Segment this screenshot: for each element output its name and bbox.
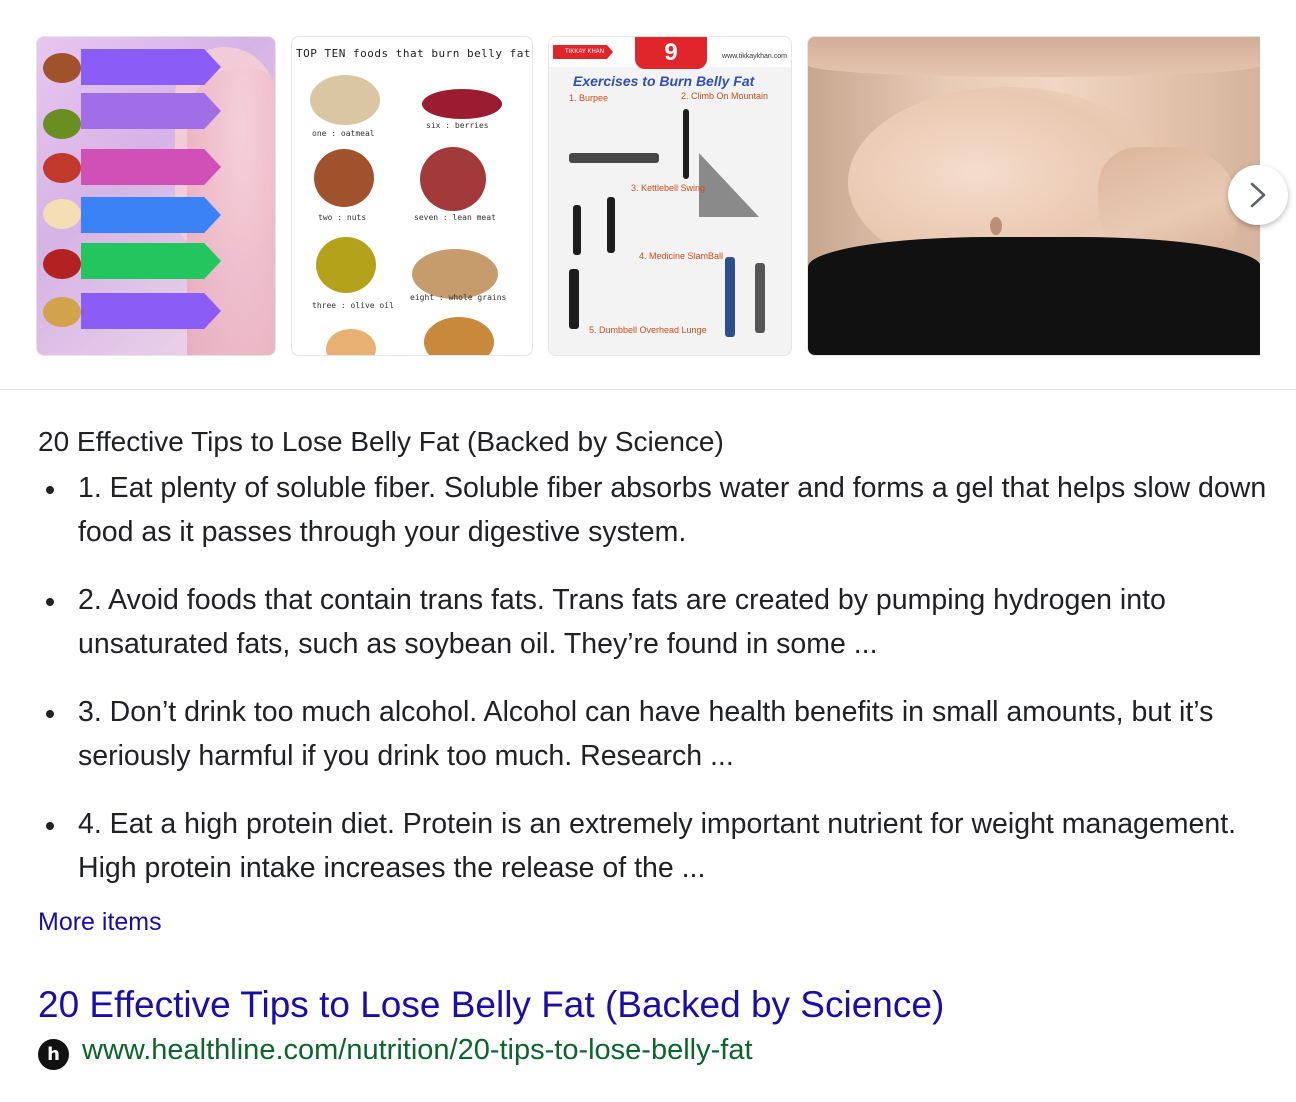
food-label: seven : lean meat bbox=[414, 213, 496, 222]
exercise-figure bbox=[683, 109, 689, 179]
lean-meat-icon bbox=[420, 147, 486, 211]
exercise-figure bbox=[725, 257, 735, 337]
exercise-figure bbox=[607, 197, 615, 253]
photo-navel bbox=[990, 217, 1002, 235]
carousel-image-exercises[interactable]: TIKKAY KHAN 9 www.tikkaykhan.com Exercis… bbox=[548, 36, 792, 356]
carousel-next-button[interactable] bbox=[1228, 165, 1288, 225]
oatmeal-icon bbox=[310, 75, 380, 125]
food-label: six : berries bbox=[426, 121, 489, 130]
exercise-figure bbox=[573, 205, 581, 255]
infographic-banner bbox=[81, 197, 221, 233]
photo-top-garment bbox=[808, 37, 1260, 77]
carousel-image-belly-photo[interactable] bbox=[807, 36, 1260, 356]
list-item-text: 3. Don’t drink too much alcohol. Alcohol… bbox=[78, 696, 1214, 772]
food-label: two : nuts bbox=[318, 213, 367, 222]
exercise-figure bbox=[569, 153, 659, 163]
image-heading: TOP TEN foods that burn belly fat bbox=[296, 47, 532, 60]
bullet-icon bbox=[46, 598, 54, 606]
lean-meat-icon bbox=[43, 249, 81, 279]
eggs-icon bbox=[326, 329, 376, 355]
exercise-label: 2. Climb On Mountain bbox=[681, 91, 769, 101]
food-label: eight : whole grains bbox=[410, 293, 507, 302]
chevron-right-icon bbox=[1250, 182, 1266, 208]
exercise-label: 1. Burpee bbox=[569, 93, 609, 103]
olive-oil-icon bbox=[316, 237, 376, 293]
peanut-butter-icon bbox=[43, 297, 81, 327]
whole-grains-icon bbox=[412, 249, 498, 299]
infographic-banner bbox=[81, 93, 221, 129]
peanut-butter-icon bbox=[424, 317, 494, 355]
carousel-image-top-ten-foods[interactable]: TOP TEN foods that burn belly fat one : … bbox=[291, 36, 533, 356]
list-item-text: 1. Eat plenty of soluble fiber. Soluble … bbox=[78, 472, 1267, 548]
exercise-label: 4. Medicine SlamBall bbox=[639, 251, 724, 261]
list-item: 2. Avoid foods that contain trans fats. … bbox=[38, 578, 1268, 666]
list-item-text: 4. Eat a high protein diet. Protein is a… bbox=[78, 808, 1237, 884]
berries-icon bbox=[422, 89, 502, 119]
berries-icon bbox=[43, 153, 81, 183]
infographic-banner bbox=[81, 293, 221, 329]
carousel-image-foods-infographic[interactable] bbox=[36, 36, 276, 356]
infographic-banner bbox=[81, 243, 221, 279]
bullet-icon bbox=[46, 486, 54, 494]
snippet-list: 1. Eat plenty of soluble fiber. Soluble … bbox=[38, 466, 1268, 914]
food-label: one : oatmeal bbox=[312, 129, 375, 138]
bullet-icon bbox=[46, 710, 54, 718]
result-title-link[interactable]: 20 Effective Tips to Lose Belly Fat (Bac… bbox=[38, 984, 944, 1026]
snippet-title: 20 Effective Tips to Lose Belly Fat (Bac… bbox=[38, 426, 724, 457]
image-heading: Exercises to Burn Belly Fat bbox=[573, 73, 755, 89]
list-item: 3. Don’t drink too much alcohol. Alcohol… bbox=[38, 690, 1268, 778]
brand-logo: TIKKAY KHAN bbox=[553, 45, 613, 59]
image-number: 9 bbox=[635, 37, 707, 69]
olive-oil-icon bbox=[43, 109, 81, 139]
image-site: www.tikkaykhan.com bbox=[722, 53, 787, 60]
section-divider bbox=[0, 389, 1296, 390]
exercise-label: 5. Dumbbell Overhead Lunge bbox=[589, 325, 707, 335]
list-item: 1. Eat plenty of soluble fiber. Soluble … bbox=[38, 466, 1268, 554]
result-url-link[interactable]: www.healthline.com/nutrition/20-tips-to-… bbox=[82, 1034, 753, 1067]
almonds-icon bbox=[43, 53, 81, 83]
list-item: 4. Eat a high protein diet. Protein is a… bbox=[38, 802, 1268, 890]
exercise-label: 3. Kettlebell Swing bbox=[631, 183, 706, 193]
bullet-icon bbox=[46, 822, 54, 830]
eggs-icon bbox=[43, 199, 81, 229]
exercise-figure bbox=[569, 269, 579, 329]
mountain-graphic bbox=[699, 153, 759, 217]
list-item-text: 2. Avoid foods that contain trans fats. … bbox=[78, 584, 1166, 660]
infographic-banner bbox=[81, 49, 221, 85]
exercise-figure bbox=[755, 263, 765, 333]
infographic-banner bbox=[81, 149, 221, 185]
nuts-icon bbox=[314, 149, 374, 207]
food-label: three : olive oil bbox=[312, 301, 394, 310]
image-carousel: TOP TEN foods that burn belly fat one : … bbox=[0, 0, 1296, 390]
healthline-favicon-icon: h bbox=[38, 1039, 69, 1070]
photo-black-pants bbox=[808, 237, 1260, 355]
more-items-link[interactable]: More items bbox=[38, 908, 162, 937]
